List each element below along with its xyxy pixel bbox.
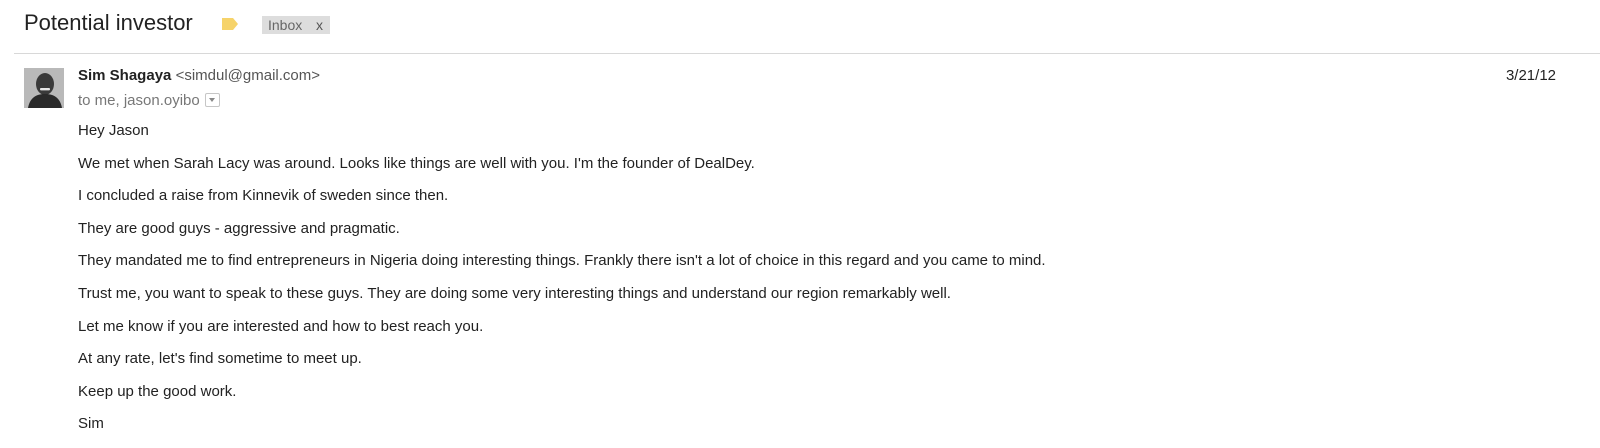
remove-label-button[interactable]: x (316, 16, 323, 34)
body-paragraph: They mandated me to find entrepreneurs i… (78, 252, 1046, 270)
body-paragraph: I concluded a raise from Kinnevik of swe… (78, 187, 449, 205)
body-paragraph: At any rate, let's find sometime to meet… (78, 350, 362, 368)
sender-name[interactable]: Sim Shagaya (78, 67, 171, 84)
header-divider (14, 53, 1600, 54)
thread-header: Potential investor Inbox x (0, 0, 1600, 54)
message-body: Hey Jason We met when Sarah Lacy was aro… (78, 122, 1046, 448)
body-paragraph: Hey Jason (78, 122, 149, 139)
message-date: 3/21/12 (1505, 67, 1556, 84)
body-paragraph: Trust me, you want to speak to these guy… (78, 284, 951, 302)
body-paragraph: We met when Sarah Lacy was around. Looks… (78, 154, 755, 172)
sender-line: Sim Shagaya <simdul@gmail.com> (78, 67, 320, 84)
show-details-toggle[interactable] (204, 93, 220, 108)
thread-subject: Potential investor (24, 10, 193, 35)
sender-email: <simdul@gmail.com> (175, 67, 321, 84)
body-paragraph: Sim (78, 415, 104, 433)
body-paragraph: Let me know if you are interested and ho… (78, 317, 484, 335)
body-paragraph: They are good guys - aggressive and prag… (78, 219, 400, 237)
recipients-text: to me, jason.oyibo (78, 92, 200, 109)
important-marker-icon[interactable] (221, 17, 239, 31)
sender-avatar[interactable] (24, 68, 64, 108)
inbox-label-chip[interactable]: Inbox x (262, 16, 330, 34)
label-name: Inbox (268, 17, 303, 33)
recipients-line: to me, jason.oyibo (78, 92, 220, 109)
avatar-photo-icon (24, 68, 64, 108)
body-paragraph: Keep up the good work. (78, 382, 237, 400)
